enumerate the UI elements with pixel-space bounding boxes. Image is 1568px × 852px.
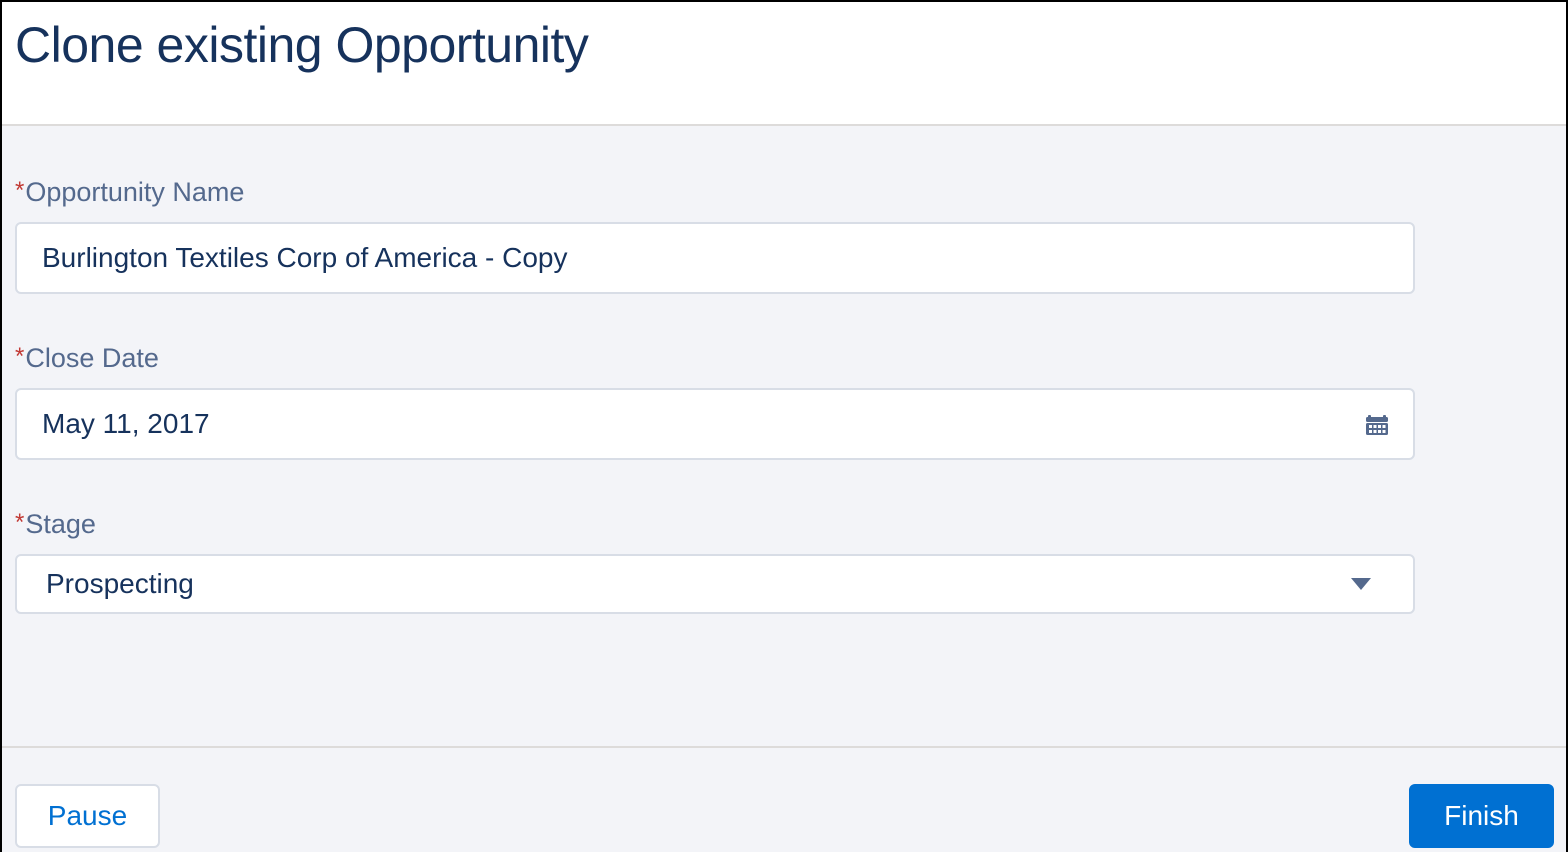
pause-button[interactable]: Pause: [15, 784, 160, 848]
chevron-down-icon: [1351, 578, 1371, 590]
close-date-input[interactable]: May 11, 2017: [15, 388, 1415, 460]
calendar-icon[interactable]: [1365, 412, 1389, 436]
opportunity-name-input[interactable]: Burlington Textiles Corp of America - Co…: [15, 222, 1415, 294]
flow-footer: Pause Finish: [2, 746, 1566, 852]
stage-select[interactable]: Prospecting: [15, 554, 1415, 614]
required-marker: *: [15, 177, 25, 204]
flow-window: Clone existing Opportunity *Opportunity …: [0, 0, 1568, 852]
opportunity-name-label: *Opportunity Name: [15, 177, 244, 208]
stage-value: Prospecting: [46, 568, 194, 599]
required-marker: *: [15, 343, 25, 370]
flow-body: *Opportunity Name Burlington Textiles Co…: [2, 126, 1566, 746]
flow-header: Clone existing Opportunity: [2, 2, 1566, 126]
opportunity-name-label-text: Opportunity Name: [25, 177, 245, 207]
close-date-label: *Close Date: [15, 343, 159, 374]
required-marker: *: [15, 509, 25, 536]
page-title: Clone existing Opportunity: [15, 17, 589, 73]
close-date-value: May 11, 2017: [42, 408, 210, 439]
close-date-label-text: Close Date: [25, 343, 159, 373]
finish-button[interactable]: Finish: [1409, 784, 1554, 848]
stage-label: *Stage: [15, 509, 96, 540]
stage-label-text: Stage: [25, 509, 96, 539]
opportunity-name-value: Burlington Textiles Corp of America - Co…: [42, 242, 568, 273]
